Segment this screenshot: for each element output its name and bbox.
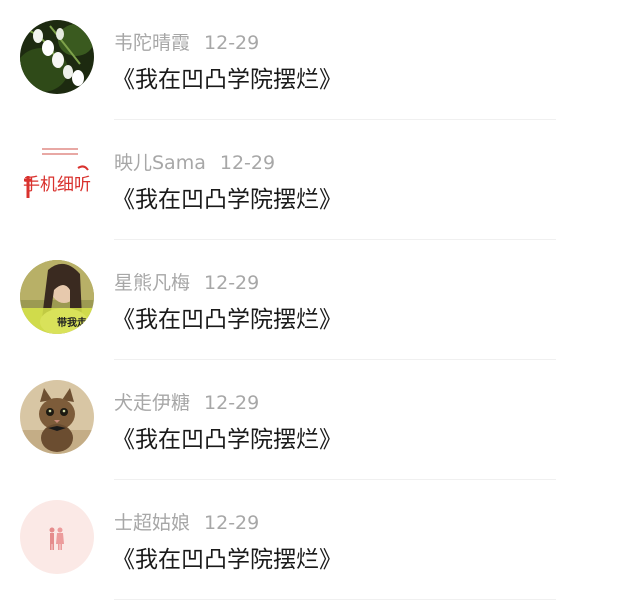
comment-meta: 士超姑娘 12-29 (114, 508, 259, 535)
user-name[interactable]: 犬走伊糖 (114, 392, 190, 414)
list-item[interactable]: 士超姑娘 12-29 《我在凹凸学院摆烂》 (0, 480, 640, 600)
portrait-photo-avatar[interactable]: 带我走 (20, 260, 94, 334)
user-name[interactable]: 士超姑娘 (114, 512, 190, 534)
comment-text[interactable]: 《我在凹凸学院摆烂》 (112, 180, 342, 214)
comment-text[interactable]: 《我在凹凸学院摆烂》 (112, 300, 342, 334)
user-name[interactable]: 韦陀晴霞 (114, 32, 190, 54)
comment-meta: 映儿Sama 12-29 (114, 148, 275, 175)
divider (114, 599, 556, 600)
user-name[interactable]: 映儿Sama (114, 152, 206, 174)
comment-meta: 星熊凡梅 12-29 (114, 268, 259, 295)
avatar-caption: 带我走 (57, 316, 88, 329)
list-item[interactable]: 韦陀晴霞 12-29 《我在凹凸学院摆烂》 (0, 0, 640, 120)
comment-list: 韦陀晴霞 12-29 《我在凹凸学院摆烂》 手机细听 映儿Sama 12-29 《我… (0, 0, 640, 605)
comment-date: 12-29 (204, 512, 260, 534)
list-item[interactable]: 犬走伊糖 12-29 《我在凹凸学院摆烂》 (0, 360, 640, 480)
logo-text: 手机细听 (23, 175, 91, 195)
kitten-photo-avatar[interactable] (20, 380, 94, 454)
comment-meta: 犬走伊糖 12-29 (114, 388, 259, 415)
comment-date: 12-29 (219, 152, 276, 174)
lily-of-the-valley-avatar[interactable] (20, 20, 94, 94)
comment-date: 12-29 (204, 32, 260, 54)
list-item[interactable]: 手机细听 映儿Sama 12-29 《我在凹凸学院摆烂》 (0, 120, 640, 240)
comment-text[interactable]: 《我在凹凸学院摆烂》 (112, 540, 342, 574)
handwritten-logo-avatar[interactable]: 手机细听 (20, 140, 94, 214)
comment-date: 12-29 (204, 272, 260, 294)
pink-couple-avatar[interactable] (20, 500, 94, 574)
comment-date: 12-29 (204, 392, 260, 414)
user-name[interactable]: 星熊凡梅 (114, 272, 190, 294)
list-item[interactable]: 带我走 星熊凡梅 12-29 《我在凹凸学院摆烂》 (0, 240, 640, 360)
comment-text[interactable]: 《我在凹凸学院摆烂》 (112, 60, 342, 94)
comment-meta: 韦陀晴霞 12-29 (114, 28, 259, 55)
comment-text[interactable]: 《我在凹凸学院摆烂》 (112, 420, 342, 454)
